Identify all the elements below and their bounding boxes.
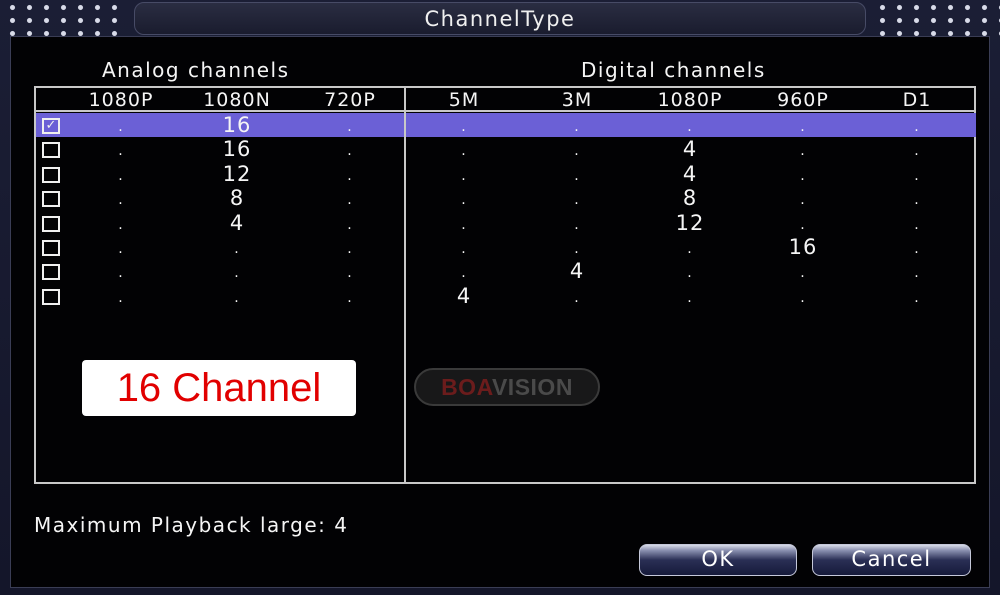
table-cell: .: [914, 241, 920, 257]
column-header-digital-5m: 5M: [448, 89, 480, 111]
table-cell: .: [800, 167, 806, 184]
table-cell: .: [461, 119, 467, 135]
table-cell: 16: [788, 235, 818, 259]
table-cell: 12: [675, 210, 705, 235]
decorative-dots-right: [870, 0, 1000, 36]
table-cell: .: [118, 143, 124, 160]
table-cell: .: [347, 192, 353, 209]
row-checkbox[interactable]: [42, 288, 60, 305]
cancel-button[interactable]: Cancel: [812, 544, 971, 576]
table-cell: 12: [222, 161, 252, 186]
header-divider: [34, 110, 976, 112]
table-cell: .: [574, 167, 580, 184]
table-cell: .: [461, 265, 467, 282]
table-cell: .: [914, 143, 920, 160]
table-cell: 8: [682, 186, 698, 211]
table-cell: .: [914, 167, 920, 184]
table-cell: .: [461, 216, 467, 233]
table-cell: .: [800, 265, 806, 282]
ok-button[interactable]: OK: [639, 544, 797, 576]
column-header-digital-3m: 3M: [561, 89, 593, 111]
watermark-part-1: BOA: [441, 374, 492, 400]
table-cell: 16: [222, 113, 252, 137]
table-cell: .: [687, 119, 693, 135]
table-cell: .: [687, 241, 693, 257]
table-cell: .: [800, 119, 806, 135]
row-checkbox[interactable]: [42, 142, 60, 159]
digital-section-title: Digital channels: [581, 58, 766, 82]
table-cell: .: [461, 143, 467, 160]
table-cell: .: [234, 265, 240, 282]
table-cell: .: [347, 119, 353, 135]
column-header-analog-1080p: 1080P: [88, 89, 154, 111]
table-cell: .: [574, 289, 580, 306]
table-cell: .: [118, 216, 124, 233]
table-cell: .: [914, 265, 920, 282]
window-title: ChannelType: [134, 2, 866, 35]
table-cell: .: [347, 167, 353, 184]
table-cell: .: [118, 167, 124, 184]
table-cell: .: [347, 143, 353, 160]
column-header-digital-d1: D1: [902, 89, 932, 111]
table-cell: .: [234, 241, 240, 257]
table-cell: .: [461, 192, 467, 209]
table-cell: .: [118, 265, 124, 282]
table-cell: .: [347, 241, 353, 257]
column-header-digital-1080p: 1080P: [657, 89, 723, 111]
table-cell: .: [800, 143, 806, 160]
decorative-dots-left: [0, 0, 128, 36]
table-cell: .: [914, 216, 920, 233]
table-cell: .: [118, 289, 124, 306]
table-cell: .: [118, 192, 124, 209]
table-cell: .: [574, 241, 580, 257]
row-checkbox[interactable]: [42, 240, 60, 256]
row-checkbox[interactable]: [42, 191, 60, 208]
row-checkbox[interactable]: [42, 215, 60, 232]
table-cell: .: [800, 216, 806, 233]
table-cell: .: [234, 289, 240, 306]
table-cell: .: [914, 289, 920, 306]
table-cell: .: [347, 289, 353, 306]
table-cell: .: [347, 216, 353, 233]
row-checkbox[interactable]: [42, 264, 60, 281]
selected-row-highlight: [36, 113, 976, 137]
table-cell: 4: [229, 210, 245, 235]
max-playback-text: Maximum Playback large: 4: [34, 513, 349, 537]
table-cell: .: [687, 265, 693, 282]
row-checkbox[interactable]: [42, 166, 60, 183]
table-cell: .: [461, 241, 467, 257]
table-cell: .: [574, 143, 580, 160]
table-cell: 8: [229, 186, 245, 211]
watermark-part-2: VISION: [491, 374, 573, 400]
promo-label: 16 Channel: [82, 360, 356, 416]
table-cell: 4: [569, 259, 585, 284]
column-header-analog-720p: 720P: [324, 89, 376, 111]
table-cell: 4: [456, 283, 472, 308]
column-divider: [404, 86, 406, 484]
table-cell: .: [574, 192, 580, 209]
table-cell: .: [687, 289, 693, 306]
table-cell: 4: [682, 161, 698, 186]
row-checkbox[interactable]: ✓: [42, 118, 60, 134]
table-cell: .: [461, 167, 467, 184]
table-cell: .: [800, 192, 806, 209]
watermark-logo: BOAVISION: [414, 368, 600, 406]
column-header-analog-1080n: 1080N: [203, 89, 271, 111]
table-cell: .: [574, 119, 580, 135]
table-cell: .: [118, 241, 124, 257]
table-cell: 4: [682, 137, 698, 162]
table-cell: 16: [222, 137, 252, 162]
table-cell: .: [800, 289, 806, 306]
column-header-digital-960p: 960P: [777, 89, 829, 111]
channel-table: [34, 86, 976, 484]
table-cell: .: [347, 265, 353, 282]
table-cell: .: [914, 119, 920, 135]
analog-section-title: Analog channels: [102, 58, 290, 82]
table-cell: .: [118, 119, 124, 135]
table-cell: .: [914, 192, 920, 209]
table-cell: .: [574, 216, 580, 233]
